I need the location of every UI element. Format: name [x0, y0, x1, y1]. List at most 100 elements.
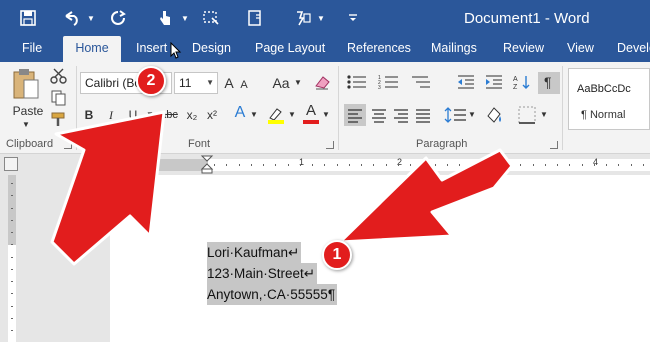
align-right-icon[interactable]: [390, 104, 412, 131]
decrease-indent-icon[interactable]: [456, 74, 476, 95]
select-region-icon[interactable]: [198, 0, 224, 36]
document-page[interactable]: Lori·Kaufman↵ 123·Main·Street↵ Anytown,·…: [110, 175, 650, 342]
ruler-tick: [324, 164, 325, 166]
style-normal-tile[interactable]: AaBbCcDc ¶ Normal: [568, 68, 650, 130]
line-spacing-icon[interactable]: [444, 104, 468, 131]
highlight-icon[interactable]: [266, 106, 286, 129]
horizontal-ruler[interactable]: 1 2 3 4: [0, 155, 650, 175]
vruler-tick: [11, 318, 13, 319]
sort-icon[interactable]: AZ: [512, 74, 532, 95]
redo-icon[interactable]: [106, 0, 130, 36]
tab-developer[interactable]: Develo: [617, 36, 650, 62]
font-size-dropdown-icon: ▼: [206, 78, 214, 87]
strikethrough-button[interactable]: abc: [158, 106, 180, 124]
italic-button[interactable]: I: [104, 106, 118, 124]
document-line[interactable]: Anytown,·CA·55555¶: [207, 284, 338, 305]
font-size-combo[interactable]: 11 ▼: [174, 72, 218, 94]
subscript-button[interactable]: x₂: [184, 106, 200, 124]
undo-dropdown-icon[interactable]: ▼: [86, 0, 96, 36]
ruler-tick: [275, 164, 276, 166]
cut-icon[interactable]: [50, 68, 68, 89]
bullets-icon[interactable]: [346, 74, 368, 95]
ruler-tick: [226, 164, 227, 166]
document-title: Document1 - Word: [464, 10, 590, 27]
multilevel-list-icon[interactable]: [410, 74, 432, 95]
ruler-tick: [533, 164, 534, 166]
tab-design[interactable]: Design: [192, 36, 231, 62]
increase-indent-icon[interactable]: [484, 74, 504, 95]
copy-icon[interactable]: [50, 90, 68, 111]
ribbon-home: Paste ▼ Clipboard Calibri (Bo 11 ▼ A A A…: [0, 62, 650, 154]
ruler-tick: [557, 164, 558, 166]
superscript-button[interactable]: x²: [204, 106, 220, 124]
tab-home[interactable]: Home: [63, 36, 121, 62]
bold-button[interactable]: B: [82, 106, 96, 124]
tab-review[interactable]: Review: [503, 36, 544, 62]
ruler-tick: [594, 164, 595, 166]
indent-marker-icon[interactable]: [200, 155, 214, 175]
font-color-button[interactable]: A: [304, 102, 318, 120]
mouse-cursor-icon: [170, 42, 182, 59]
ruler-tick: [337, 164, 338, 166]
format-dropdown-icon[interactable]: ▼: [316, 0, 326, 36]
document-line[interactable]: Lori·Kaufman↵: [207, 242, 302, 263]
ruler-tick: [214, 164, 215, 166]
tab-page-layout[interactable]: Page Layout: [255, 36, 325, 62]
justify-icon[interactable]: [412, 104, 434, 131]
ruler-tick: [471, 164, 472, 166]
clipboard-launcher-icon[interactable]: [64, 141, 72, 149]
touch-mode-icon[interactable]: [150, 0, 180, 36]
shrink-font-button[interactable]: A: [238, 76, 250, 94]
document-line[interactable]: 123·Main·Street↵: [207, 263, 318, 284]
undo-icon[interactable]: [58, 0, 86, 36]
borders-dropdown-icon[interactable]: ▼: [540, 106, 548, 124]
borders-icon[interactable]: [516, 104, 538, 131]
numbering-icon[interactable]: 123: [378, 74, 400, 95]
ruler-tick: [300, 164, 301, 166]
grow-font-button[interactable]: A: [222, 74, 236, 92]
font-launcher-icon[interactable]: [326, 141, 334, 149]
callout-badge-2: 2: [136, 66, 166, 96]
highlight-dropdown-icon[interactable]: ▼: [288, 106, 296, 124]
tab-references[interactable]: References: [347, 36, 411, 62]
align-left-icon[interactable]: [344, 104, 366, 126]
paste-dropdown-icon[interactable]: ▼: [16, 116, 36, 134]
show-formatting-icon[interactable]: ¶: [538, 72, 560, 94]
tab-view[interactable]: View: [567, 36, 594, 62]
tab-file[interactable]: File: [22, 36, 42, 62]
vruler-tick: [11, 306, 13, 307]
save-icon[interactable]: [14, 0, 42, 36]
clear-formatting-icon[interactable]: [314, 74, 332, 95]
ruler-tick: [386, 164, 387, 166]
paste-icon[interactable]: [12, 68, 42, 105]
paragraph-launcher-icon[interactable]: [550, 141, 558, 149]
customize-qat-icon[interactable]: [344, 0, 362, 36]
underline-button[interactable]: U: [126, 106, 140, 124]
font-color-dropdown-icon[interactable]: ▼: [322, 106, 330, 124]
ruler-tick: [459, 164, 460, 166]
ruler-tick: [435, 164, 436, 166]
tab-mailings[interactable]: Mailings: [431, 36, 477, 62]
text-effects-button[interactable]: A: [232, 104, 248, 122]
underline-dropdown-icon[interactable]: ▼: [146, 106, 154, 124]
change-case-dropdown-icon[interactable]: ▼: [294, 74, 302, 92]
vruler-margin-top: [8, 175, 16, 245]
text-effects-dropdown-icon[interactable]: ▼: [250, 106, 258, 124]
format-painter-qat-icon[interactable]: [290, 0, 316, 36]
vruler-tick: [11, 330, 13, 331]
format-painter-icon[interactable]: [50, 112, 68, 133]
tab-selector-icon[interactable]: [4, 157, 18, 171]
page-icon[interactable]: [242, 0, 268, 36]
shading-icon[interactable]: [484, 104, 504, 131]
vruler-tick: [11, 195, 13, 196]
align-center-icon[interactable]: [368, 104, 390, 131]
change-case-button[interactable]: Aa: [270, 74, 292, 92]
font-color-swatch: [303, 120, 319, 124]
vertical-ruler[interactable]: [0, 175, 22, 342]
group-divider: [562, 66, 563, 150]
ruler-tick: [410, 164, 411, 166]
tab-insert[interactable]: Insert: [136, 36, 167, 62]
touch-dropdown-icon[interactable]: ▼: [180, 0, 190, 36]
ruler-tick: [373, 164, 374, 166]
line-spacing-dropdown-icon[interactable]: ▼: [468, 106, 476, 124]
